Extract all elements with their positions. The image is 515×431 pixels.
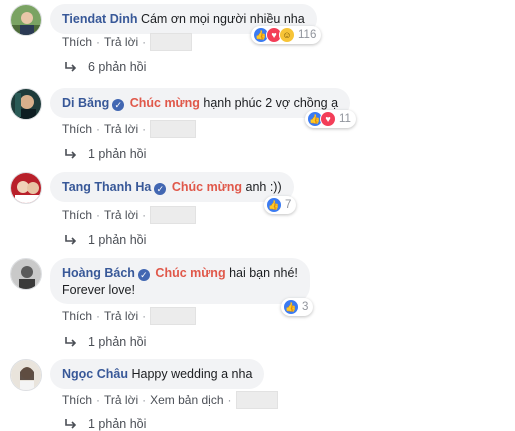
comment-bubble: Di Băng ✓ Chúc mừng hạnh phúc 2 vợ chồng … bbox=[50, 88, 351, 118]
like-link[interactable]: Thích bbox=[62, 122, 92, 136]
replies-count: 1 phản hồi bbox=[88, 233, 147, 247]
mention-tag[interactable]: Chúc mừng bbox=[155, 266, 225, 280]
like-link[interactable]: Thích bbox=[62, 393, 92, 407]
laughing-face-icon: ☺ bbox=[279, 27, 295, 43]
reply-arrow-icon bbox=[65, 419, 77, 429]
timestamp-redacted bbox=[150, 33, 193, 51]
view-replies-link[interactable]: 1 phản hồi bbox=[64, 417, 146, 431]
thumbs-up-icon: 👍 bbox=[283, 299, 299, 315]
verified-badge-icon: ✓ bbox=[154, 183, 167, 195]
reply-link[interactable]: Trả lời bbox=[104, 35, 138, 49]
separator: · bbox=[142, 35, 147, 49]
comment-text: hai bạn nhé! bbox=[229, 266, 298, 280]
comment-bubble: Ngọc Châu Happy wedding a nha bbox=[50, 359, 265, 389]
reaction-summary[interactable]: 👍 7 bbox=[264, 196, 297, 214]
comment-author[interactable]: Ngọc Châu bbox=[62, 367, 128, 381]
separator: · bbox=[142, 122, 147, 136]
reply-arrow-icon bbox=[65, 337, 77, 347]
comment-text: Cám ơn mọi người nhiều nha bbox=[140, 12, 305, 26]
thumbs-up-icon: 👍 bbox=[266, 197, 282, 213]
timestamp-redacted bbox=[150, 307, 197, 325]
comment-text-line2: Forever love! bbox=[62, 283, 135, 297]
verified-badge-icon: ✓ bbox=[137, 269, 150, 281]
reaction-count: 7 bbox=[285, 199, 292, 211]
separator: · bbox=[142, 393, 147, 407]
mention-tag[interactable]: Chúc mừng bbox=[130, 96, 200, 110]
separator: · bbox=[96, 393, 101, 407]
reply-arrow-icon bbox=[65, 62, 77, 72]
like-link[interactable]: Thích bbox=[62, 208, 92, 222]
reaction-count: 116 bbox=[298, 29, 317, 41]
separator: · bbox=[96, 35, 101, 49]
mention-tag[interactable]: Chúc mừng bbox=[172, 180, 242, 194]
avatar[interactable] bbox=[10, 88, 42, 120]
replies-count: 6 phản hồi bbox=[88, 60, 147, 74]
separator: · bbox=[96, 208, 101, 222]
comment-author[interactable]: Tiendat Dinh bbox=[62, 12, 137, 26]
comment-bubble: Tang Thanh Ha ✓ Chúc mừng anh :)) bbox=[50, 172, 294, 202]
separator: · bbox=[142, 208, 147, 222]
reply-arrow-icon bbox=[65, 149, 77, 159]
view-replies-link[interactable]: 1 phản hồi bbox=[64, 147, 146, 161]
avatar[interactable] bbox=[10, 258, 42, 290]
comment-actions: Thích · Trả lời · bbox=[62, 120, 197, 138]
replies-count: 1 phản hồi bbox=[88, 147, 147, 161]
separator: · bbox=[227, 393, 232, 407]
avatar[interactable] bbox=[10, 359, 42, 391]
comment-actions: Thích · Trả lời · Xem bản dịch · bbox=[62, 391, 278, 409]
reaction-count: 3 bbox=[302, 301, 309, 313]
separator: · bbox=[142, 309, 147, 323]
comment-actions: Thích · Trả lời · bbox=[62, 33, 193, 51]
comment-text: Happy wedding a nha bbox=[131, 367, 253, 381]
timestamp-redacted bbox=[235, 391, 278, 409]
reply-link[interactable]: Trả lời bbox=[104, 309, 138, 323]
like-link[interactable]: Thích bbox=[62, 309, 92, 323]
like-link[interactable]: Thích bbox=[62, 35, 92, 49]
verified-badge-icon: ✓ bbox=[112, 99, 125, 111]
timestamp-redacted bbox=[150, 206, 197, 224]
reply-link[interactable]: Trả lời bbox=[104, 393, 138, 407]
replies-count: 1 phản hồi bbox=[88, 335, 147, 349]
comment-actions: Thích · Trả lời · bbox=[62, 307, 197, 325]
comment-author[interactable]: Tang Thanh Ha bbox=[62, 180, 151, 194]
comment-text: hạnh phúc 2 vợ chồng ạ bbox=[203, 96, 339, 110]
avatar[interactable] bbox=[10, 4, 42, 36]
comment-actions: Thích · Trả lời · bbox=[62, 206, 197, 224]
timestamp-redacted bbox=[150, 120, 197, 138]
separator: · bbox=[96, 122, 101, 136]
comment-author[interactable]: Hoàng Bách bbox=[62, 266, 135, 280]
comment-text: anh :)) bbox=[245, 180, 282, 194]
reaction-summary[interactable]: 👍 3 bbox=[281, 298, 314, 316]
replies-count: 1 phản hồi bbox=[88, 417, 147, 431]
separator: · bbox=[96, 309, 101, 323]
reaction-count: 11 bbox=[339, 113, 351, 125]
view-replies-link[interactable]: 6 phản hồi bbox=[64, 60, 146, 74]
reaction-summary[interactable]: 👍 ♥ 11 bbox=[305, 110, 356, 128]
heart-icon: ♥ bbox=[320, 111, 336, 127]
comment-bubble: Hoàng Bách ✓ Chúc mừng hai bạn nhé! Forev… bbox=[50, 258, 310, 304]
comment-author[interactable]: Di Băng bbox=[62, 96, 109, 110]
reaction-summary[interactable]: 👍 ♥ ☺ 116 bbox=[251, 26, 322, 44]
view-replies-link[interactable]: 1 phản hồi bbox=[64, 233, 146, 247]
reply-link[interactable]: Trả lời bbox=[104, 208, 138, 222]
reply-link[interactable]: Trả lời bbox=[104, 122, 138, 136]
translate-link[interactable]: Xem bản dịch bbox=[150, 393, 223, 407]
reply-arrow-icon bbox=[65, 235, 77, 245]
avatar[interactable] bbox=[10, 172, 42, 204]
view-replies-link[interactable]: 1 phản hồi bbox=[64, 335, 146, 349]
